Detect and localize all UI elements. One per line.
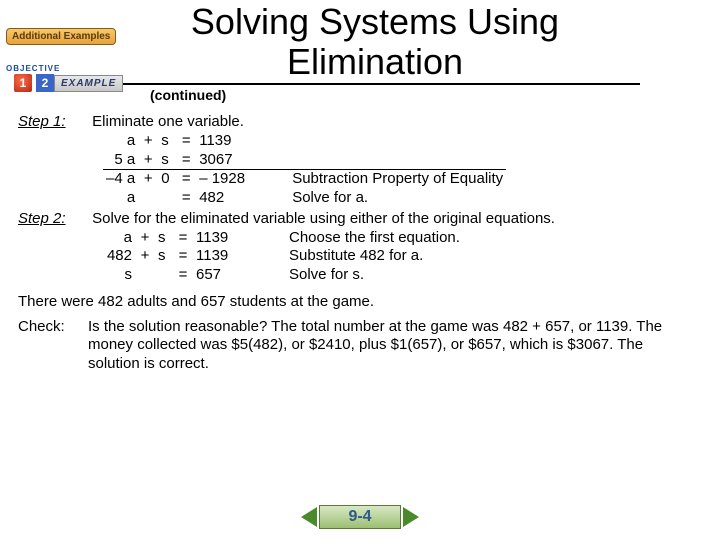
eq-eq: = (176, 132, 196, 151)
eq-op (135, 266, 155, 285)
eq-rhs: 1139 (193, 247, 249, 266)
objective-label: OBJECTIVE (6, 64, 60, 73)
eq-row: a + s = 1139 Choose the first equation. (103, 229, 463, 248)
eq-note: Substitute 482 for a. (249, 247, 463, 266)
objective-row: 1 2 EXAMPLE (14, 74, 123, 92)
step-2-label: Step 2: (18, 210, 88, 229)
eq-v2 (158, 189, 176, 208)
eq-rhs: 1139 (196, 132, 252, 151)
step-2-equations: a + s = 1139 Choose the first equation. … (103, 229, 463, 285)
eq-v2: s (155, 247, 173, 266)
eq-v2 (155, 266, 173, 285)
objective-number: 1 (14, 74, 32, 92)
eq-rhs: 657 (193, 266, 249, 285)
eq-v2: 0 (158, 170, 176, 189)
eq-row: s = 657 Solve for s. (103, 266, 463, 285)
summary-text: There were 482 adults and 657 students a… (18, 293, 698, 312)
eq-lhs: a (103, 132, 138, 151)
check-text: Is the solution reasonable? The total nu… (88, 318, 698, 374)
eq-eq: = (173, 247, 193, 266)
eq-note: Solve for a. (252, 189, 506, 208)
eq-v2: s (158, 151, 176, 170)
eq-note (252, 132, 506, 151)
eq-eq: = (176, 170, 196, 189)
eq-eq: = (176, 189, 196, 208)
check-label: Check: (18, 318, 88, 337)
continued-label: (continued) (150, 87, 720, 103)
eq-op (138, 189, 158, 208)
step-1-label: Step 1: (18, 113, 88, 132)
eq-rhs: 1139 (193, 229, 249, 248)
prev-arrow-icon[interactable] (301, 507, 317, 527)
eq-row: –4 a + 0 = – 1928 Subtraction Property o… (103, 170, 506, 189)
check-block: Check: Is the solution reasonable? The t… (18, 318, 698, 374)
additional-examples-badge: Additional Examples (6, 28, 116, 45)
step-2: Step 2: Solve for the eliminated variabl… (18, 210, 698, 229)
eq-row: a + s = 1139 (103, 132, 506, 151)
eq-op: + (138, 151, 158, 170)
content-area: Step 1: Eliminate one variable. a + s = … (0, 113, 720, 374)
next-arrow-icon[interactable] (403, 507, 419, 527)
eq-lhs: s (103, 266, 135, 285)
eq-rhs: 3067 (196, 151, 252, 170)
eq-eq: = (176, 151, 196, 170)
eq-v2: s (158, 132, 176, 151)
eq-v2: s (155, 229, 173, 248)
eq-op: + (138, 132, 158, 151)
eq-op: + (135, 229, 155, 248)
eq-lhs: a (103, 229, 135, 248)
eq-rhs: 482 (196, 189, 252, 208)
eq-note: Solve for s. (249, 266, 463, 285)
eq-op: + (135, 247, 155, 266)
eq-row: 482 + s = 1139 Substitute 482 for a. (103, 247, 463, 266)
eq-row: a = 482 Solve for a. (103, 189, 506, 208)
section-number[interactable]: 9-4 (319, 505, 400, 529)
eq-note: Choose the first equation. (249, 229, 463, 248)
eq-lhs: a (103, 189, 138, 208)
step-1-text: Eliminate one variable. (92, 113, 244, 130)
example-badge: 2 EXAMPLE (36, 74, 123, 92)
step-1-equations: a + s = 1139 5 a + s = 3067 –4 a + 0 = –… (103, 132, 506, 208)
example-number: 2 (36, 74, 54, 92)
example-word: EXAMPLE (54, 75, 123, 92)
eq-rhs: – 1928 (196, 170, 252, 189)
step-2-text: Solve for the eliminated variable using … (92, 210, 692, 229)
eq-eq: = (173, 266, 193, 285)
eq-eq: = (173, 229, 193, 248)
eq-lhs: 5 a (103, 151, 138, 170)
eq-lhs: –4 a (103, 170, 138, 189)
eq-lhs: 482 (103, 247, 135, 266)
eq-row: 5 a + s = 3067 (103, 151, 506, 170)
step-1: Step 1: Eliminate one variable. (18, 113, 698, 132)
page-title: Solving Systems Using Elimination (110, 2, 640, 85)
eq-op: + (138, 170, 158, 189)
eq-note: Subtraction Property of Equality (252, 170, 506, 189)
pager: 9-4 (0, 505, 720, 532)
eq-note (252, 151, 506, 170)
